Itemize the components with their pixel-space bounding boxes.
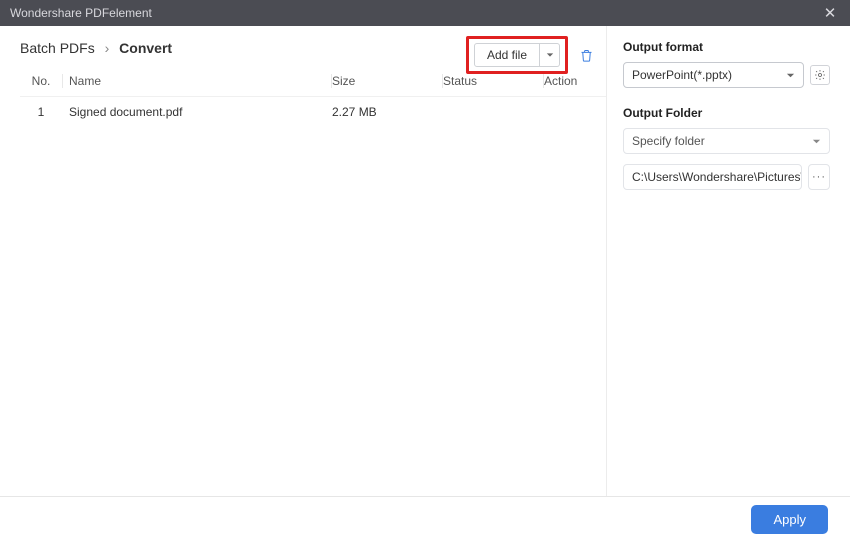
table-row[interactable]: 1 Signed document.pdf 2.27 MB (20, 97, 606, 127)
output-format-row: PowerPoint(*.pptx) (623, 62, 830, 88)
chevron-right-icon: › (105, 40, 110, 56)
browse-folder-button[interactable]: ··· (808, 164, 830, 190)
folder-path-field[interactable]: C:\Users\Wondershare\Pictures\TLDR T (623, 164, 802, 190)
left-panel: Batch PDFs › Convert Add file No. Name (0, 26, 606, 496)
add-file-button[interactable]: Add file (474, 43, 540, 67)
add-file-dropdown-button[interactable] (540, 43, 560, 67)
breadcrumb-current: Convert (119, 40, 172, 56)
chevron-down-icon (546, 51, 554, 59)
col-header-size: Size (332, 74, 442, 88)
chevron-down-icon (786, 71, 795, 80)
folder-path-text: C:\Users\Wondershare\Pictures\TLDR T (632, 170, 802, 184)
output-folder-label: Output Folder (623, 106, 830, 120)
cell-status (443, 105, 543, 119)
folder-path-row: C:\Users\Wondershare\Pictures\TLDR T ··· (623, 164, 830, 190)
cell-size: 2.27 MB (332, 105, 442, 119)
chevron-down-icon (812, 137, 821, 146)
apply-button[interactable]: Apply (751, 505, 828, 534)
toolbar: Add file (466, 36, 594, 74)
output-folder-select[interactable]: Specify folder (623, 128, 830, 154)
output-format-label: Output format (623, 40, 830, 54)
trash-icon (579, 48, 594, 63)
col-header-action: Action (544, 74, 606, 88)
col-header-no: No. (20, 74, 62, 88)
output-folder-value: Specify folder (632, 134, 705, 148)
gear-icon (814, 69, 826, 81)
cell-name: Signed document.pdf (63, 105, 331, 119)
cell-action (544, 105, 606, 119)
output-format-settings-button[interactable] (810, 65, 830, 85)
col-header-status: Status (443, 74, 543, 88)
titlebar: Wondershare PDFelement ✕ (0, 0, 850, 26)
add-file-group: Add file (474, 43, 560, 67)
right-panel: Output format PowerPoint(*.pptx) Output … (606, 26, 850, 496)
cell-no: 1 (20, 105, 62, 119)
delete-button[interactable] (578, 47, 594, 63)
close-icon[interactable]: ✕ (820, 4, 840, 22)
col-header-name: Name (63, 74, 331, 88)
output-format-select[interactable]: PowerPoint(*.pptx) (623, 62, 804, 88)
breadcrumb-parent[interactable]: Batch PDFs (20, 40, 95, 56)
main-area: Batch PDFs › Convert Add file No. Name (0, 26, 850, 496)
footer: Apply (0, 496, 850, 541)
output-format-value: PowerPoint(*.pptx) (632, 68, 732, 82)
app-title: Wondershare PDFelement (10, 6, 152, 20)
add-file-highlight: Add file (466, 36, 568, 74)
